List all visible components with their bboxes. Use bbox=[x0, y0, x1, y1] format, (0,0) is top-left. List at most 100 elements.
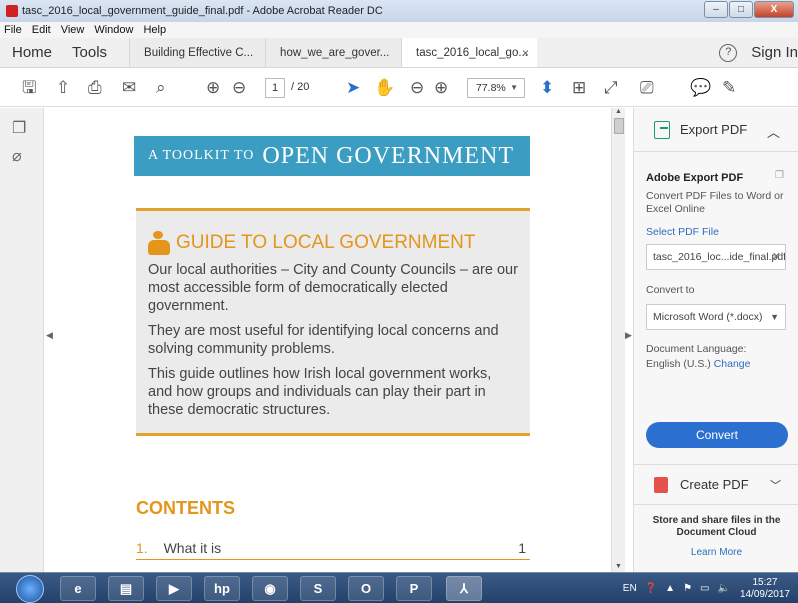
create-pdf-header[interactable]: Create PDF ﹀ bbox=[634, 465, 798, 505]
flag-icon[interactable]: ⚑ bbox=[683, 583, 692, 594]
selected-file-field[interactable]: tasc_2016_loc...ide_final.pdf ✕ bbox=[646, 244, 786, 270]
toc-page: 1 bbox=[518, 540, 526, 556]
doc-tab[interactable]: Building Effective C... bbox=[129, 38, 266, 67]
close-tab-icon[interactable]: × bbox=[522, 38, 529, 68]
highlight-icon[interactable]: ✎ bbox=[722, 78, 736, 98]
create-pdf-label: Create PDF bbox=[680, 477, 749, 492]
file-name: tasc_2016_loc...ide_final.pdf bbox=[653, 251, 786, 263]
hp-icon[interactable]: hp bbox=[204, 576, 240, 601]
start-button[interactable] bbox=[16, 575, 44, 603]
doc-lang-label: Document Language: bbox=[646, 343, 747, 355]
zoom-out-icon[interactable]: ⊖ bbox=[410, 78, 424, 98]
document-view[interactable]: A TOOLKIT TO OPEN GOVERNMENT GUIDE TO LO… bbox=[58, 108, 610, 572]
skype-icon[interactable]: S bbox=[300, 576, 336, 601]
window-title: tasc_2016_local_government_guide_final.p… bbox=[22, 5, 383, 17]
email-icon[interactable]: ✉ bbox=[122, 78, 136, 98]
chevron-down-icon[interactable]: ﹀ bbox=[770, 477, 781, 493]
pages-icon[interactable]: ❐ bbox=[12, 118, 26, 138]
clock[interactable]: 15:27 14/09/2017 bbox=[740, 577, 790, 601]
ie-icon[interactable]: e bbox=[60, 576, 96, 601]
collapse-left-icon[interactable]: ◀ bbox=[46, 330, 53, 341]
vertical-scrollbar[interactable]: ▲ ▼ bbox=[611, 108, 625, 572]
attachment-icon[interactable]: ⌀ bbox=[12, 146, 22, 166]
acrobat-icon bbox=[6, 5, 18, 17]
next-page-icon[interactable]: ⊖ bbox=[232, 78, 246, 98]
system-tray: EN ❓ ▲ ⚑ ▭ 🔈 15:27 14/09/2017 bbox=[615, 573, 790, 603]
menu-edit[interactable]: Edit bbox=[32, 24, 51, 36]
guide-paragraph: They are most useful for identifying loc… bbox=[148, 323, 499, 357]
collapse-right-icon[interactable]: ▶ bbox=[625, 330, 632, 341]
menu-file[interactable]: File bbox=[4, 24, 22, 36]
outlook-icon[interactable]: O bbox=[348, 576, 384, 601]
scroll-thumb[interactable] bbox=[614, 118, 624, 134]
convert-button[interactable]: Convert bbox=[646, 422, 788, 448]
doc-tab-active[interactable]: tasc_2016_local_go... × bbox=[401, 38, 538, 68]
upload-icon[interactable]: ⇧ bbox=[56, 78, 70, 98]
help-icon[interactable]: ? bbox=[719, 43, 738, 62]
scroll-up-icon[interactable]: ▲ bbox=[615, 108, 622, 115]
select-file-link[interactable]: Select PDF File bbox=[646, 226, 786, 238]
save-icon[interactable]: 🖫 bbox=[22, 78, 36, 98]
doc-tab[interactable]: how_we_are_gover... bbox=[265, 38, 402, 67]
export-pdf-header[interactable]: Export PDF ︿ bbox=[634, 108, 798, 152]
chevron-down-icon: ▼ bbox=[770, 312, 779, 322]
taskbar: e ▤ ▶ hp ◉ S O P ⅄ EN ❓ ▲ ⚑ ▭ 🔈 15:27 14… bbox=[0, 572, 798, 603]
hand-tool-icon[interactable]: ✋ bbox=[374, 78, 395, 98]
print-icon[interactable]: ⎙ bbox=[88, 78, 102, 98]
volume-icon[interactable]: 🔈 bbox=[717, 583, 729, 594]
minimize-button[interactable]: – bbox=[704, 1, 728, 18]
toc-number: 1. bbox=[136, 540, 148, 556]
language-indicator[interactable]: EN bbox=[623, 583, 637, 594]
chrome-icon[interactable]: ◉ bbox=[252, 576, 288, 601]
search-icon[interactable]: ⌕ bbox=[156, 78, 166, 98]
toc-row[interactable]: 1. What it is 1 bbox=[136, 540, 530, 560]
change-language-link[interactable]: Change bbox=[714, 358, 751, 370]
help-tray-icon[interactable]: ❓ bbox=[645, 583, 657, 594]
page-total: / 20 bbox=[291, 81, 310, 93]
guide-box: GUIDE TO LOCAL GOVERNMENT Our local auth… bbox=[136, 208, 530, 436]
media-player-icon[interactable]: ▶ bbox=[156, 576, 192, 601]
export-description: Convert PDF Files to Word or Excel Onlin… bbox=[646, 190, 784, 215]
format-select[interactable]: Microsoft Word (*.docx) ▼ bbox=[646, 304, 786, 330]
network-icon[interactable]: ▭ bbox=[700, 583, 709, 594]
close-button[interactable]: X bbox=[754, 1, 794, 18]
document-language: Document Language: English (U.S.) Change bbox=[646, 342, 786, 372]
title-bar: tasc_2016_local_government_guide_final.p… bbox=[0, 0, 798, 22]
prev-page-icon[interactable]: ⊕ bbox=[206, 78, 220, 98]
chevron-up-icon[interactable]: ︿ bbox=[767, 122, 780, 141]
comment-icon[interactable]: 💬 bbox=[690, 78, 711, 98]
scroll-down-icon[interactable]: ▼ bbox=[615, 563, 622, 570]
menu-help[interactable]: Help bbox=[143, 24, 166, 36]
toc-title: What it is bbox=[163, 540, 222, 556]
acrobat-taskbar-icon[interactable]: ⅄ bbox=[446, 576, 482, 601]
powerpoint-icon[interactable]: P bbox=[396, 576, 432, 601]
document-cloud-text: Store and share files in the Document Cl… bbox=[652, 515, 781, 538]
learn-more-link[interactable]: Learn More bbox=[634, 547, 798, 558]
select-tool-icon[interactable]: ➤ bbox=[346, 78, 360, 98]
page-number-input[interactable]: 1 bbox=[265, 78, 285, 98]
zoom-select[interactable]: 77.8% ▼ bbox=[467, 78, 525, 98]
menu-window[interactable]: Window bbox=[94, 24, 133, 36]
copy-icon: ❐ bbox=[775, 170, 784, 181]
guide-paragraph: Our local authorities – City and County … bbox=[148, 262, 518, 314]
scan-icon[interactable]: ⎚ bbox=[640, 78, 654, 98]
menu-view[interactable]: View bbox=[61, 24, 85, 36]
show-hidden-icon[interactable]: ▲ bbox=[665, 583, 675, 594]
tab-home[interactable]: Home bbox=[0, 38, 62, 67]
chevron-down-icon: ▼ bbox=[510, 83, 518, 92]
read-mode-icon[interactable]: ⤢ bbox=[604, 78, 618, 98]
explorer-icon[interactable]: ▤ bbox=[108, 576, 144, 601]
full-screen-icon[interactable]: ⊞ bbox=[572, 78, 586, 98]
fit-page-icon[interactable]: ⬍ bbox=[540, 78, 554, 98]
close-icon[interactable]: ✕ bbox=[772, 245, 781, 269]
guide-title: GUIDE TO LOCAL GOVERNMENT bbox=[176, 232, 476, 253]
format-value: Microsoft Word (*.docx) bbox=[653, 311, 763, 323]
doc-tab-label: Building Effective C... bbox=[144, 47, 254, 59]
maximize-button[interactable]: □ bbox=[729, 1, 753, 18]
guide-paragraph: This guide outlines how Irish local gove… bbox=[148, 366, 492, 418]
tab-tools[interactable]: Tools bbox=[62, 38, 117, 67]
left-nav-pane: ❐ ⌀ bbox=[0, 108, 44, 572]
zoom-value: 77.8% bbox=[476, 82, 506, 94]
sign-in-link[interactable]: Sign In bbox=[751, 44, 798, 61]
zoom-in-icon[interactable]: ⊕ bbox=[434, 78, 448, 98]
